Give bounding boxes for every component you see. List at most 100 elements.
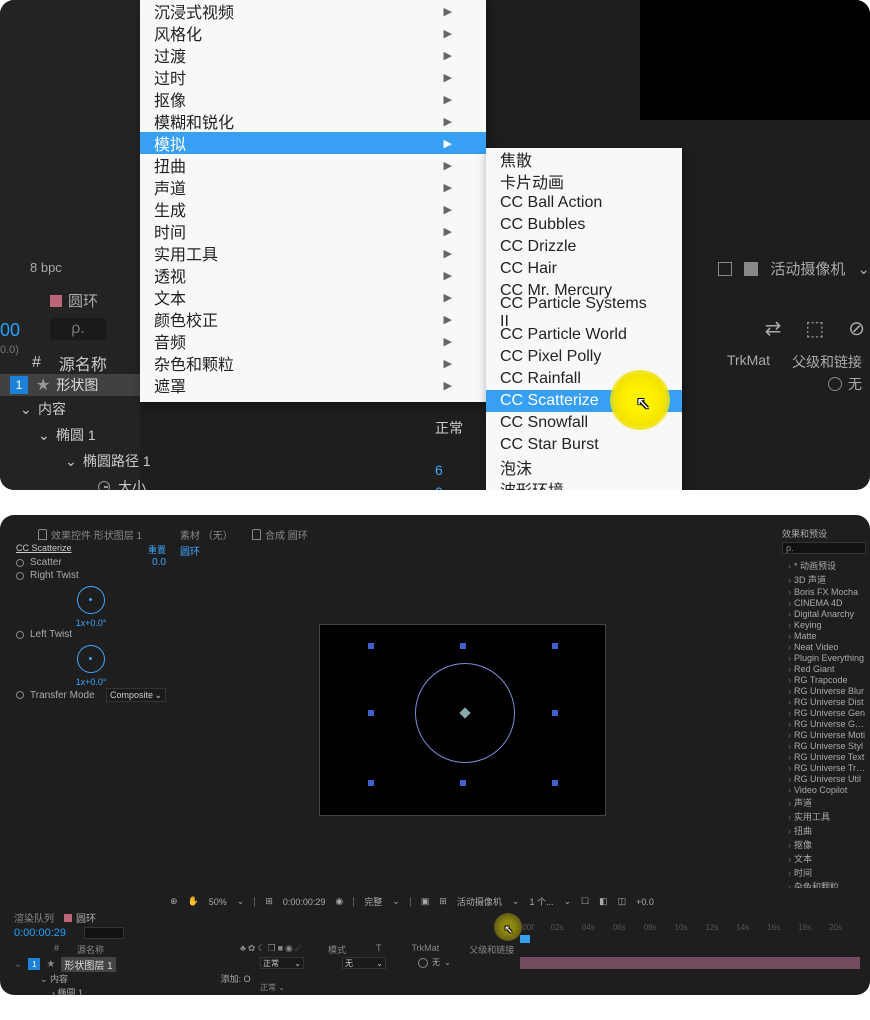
- fx-val-scatter[interactable]: 0.0: [152, 557, 166, 568]
- preset-category[interactable]: ›RG Universe Blur: [782, 685, 866, 696]
- menu-item[interactable]: 颜色校正▶: [140, 308, 486, 330]
- stopwatch-icon[interactable]: [16, 559, 24, 567]
- submenu-item[interactable]: CC Rainfall: [486, 368, 682, 390]
- tree-contents[interactable]: ⌄ 内容 添加: O: [40, 972, 251, 985]
- timeline-timecode[interactable]: 0:00:00:29: [14, 927, 66, 939]
- toggle-transparency-icon[interactable]: [718, 262, 732, 276]
- bbox-handle[interactable]: [552, 710, 558, 716]
- bpc-indicator[interactable]: 8 bpc: [30, 260, 62, 275]
- grid-icon[interactable]: ⊞: [439, 896, 447, 907]
- effects-presets-search[interactable]: ρ.: [782, 542, 866, 554]
- layer-duration-bar[interactable]: [520, 957, 860, 969]
- menu-item[interactable]: 时间▶: [140, 220, 486, 242]
- preset-category[interactable]: ›Boris FX Mocha: [782, 586, 866, 597]
- submenu-item[interactable]: CC Bubbles: [486, 214, 682, 236]
- fx-reset-link[interactable]: 重置: [148, 543, 166, 556]
- layer-row-1[interactable]: 1 ★ 形状图: [0, 374, 140, 396]
- preset-category[interactable]: ›RG Universe Moti: [782, 729, 866, 740]
- bbox-handle[interactable]: [368, 710, 374, 716]
- preset-category[interactable]: ›实用工具: [782, 809, 866, 823]
- footage-tab[interactable]: 素材 （无）: [180, 527, 233, 542]
- toggle-icon-a[interactable]: ⊞: [265, 896, 273, 907]
- preset-category[interactable]: ›RG Universe Glow: [782, 718, 866, 729]
- tree-contents[interactable]: ⌄内容: [20, 396, 151, 422]
- preset-category[interactable]: ›RG Trapcode: [782, 674, 866, 685]
- preset-category[interactable]: ›Matte: [782, 630, 866, 641]
- menu-item[interactable]: 实用工具▶: [140, 242, 486, 264]
- preset-category[interactable]: ›文本: [782, 851, 866, 865]
- ellipse-mode[interactable]: 正常 ⌄: [260, 982, 285, 993]
- bbox-handle[interactable]: [368, 780, 374, 786]
- preset-category[interactable]: ›Plugin Everything: [782, 652, 866, 663]
- bbox-handle[interactable]: [552, 643, 558, 649]
- tree-ellipse-path[interactable]: ⌄椭圆路径 1: [65, 448, 151, 474]
- add-button[interactable]: 添加: O: [221, 974, 251, 984]
- preset-category[interactable]: ›* 动画预设: [782, 558, 866, 572]
- preset-category[interactable]: ›RG Universe Styl: [782, 740, 866, 751]
- preset-category[interactable]: ›RG Universe Gen: [782, 707, 866, 718]
- parent-dropdown[interactable]: 无: [828, 374, 862, 394]
- menu-item[interactable]: 生成▶: [140, 198, 486, 220]
- preset-category[interactable]: ›Red Giant: [782, 663, 866, 674]
- tree-ellipse[interactable]: › 椭圆 1: [52, 986, 251, 995]
- left-twist-value[interactable]: 1x+0.0°: [16, 677, 166, 687]
- composition-tab[interactable]: 圆环: [50, 290, 98, 311]
- timeline-comp-tab[interactable]: 圆环: [64, 910, 96, 925]
- menu-item[interactable]: 风格化▶: [140, 22, 486, 44]
- preset-category[interactable]: ›声道: [782, 795, 866, 809]
- switches-icon[interactable]: ⇄: [765, 316, 782, 341]
- exposure[interactable]: +0.0: [636, 897, 654, 907]
- toggle-c[interactable]: ◧: [599, 896, 608, 907]
- submenu-item[interactable]: CC Ball Action: [486, 192, 682, 214]
- menu-item[interactable]: 模糊和锐化▶: [140, 110, 486, 132]
- tree-size[interactable]: 大小: [98, 474, 151, 490]
- roi-icon[interactable]: ▣: [421, 896, 430, 907]
- work-area-start[interactable]: [520, 935, 530, 943]
- fx-title[interactable]: CC Scatterize: [16, 543, 72, 556]
- preset-category[interactable]: ›3D 声道: [782, 572, 866, 586]
- menu-item[interactable]: 透视▶: [140, 264, 486, 286]
- time-display[interactable]: 0:00:00:29: [283, 897, 326, 907]
- comp-breadcrumb[interactable]: 圆环: [180, 543, 200, 558]
- composition-viewer-tab[interactable]: 合成 圆环: [252, 527, 308, 542]
- menu-item[interactable]: 抠像▶: [140, 88, 486, 110]
- timeline-search[interactable]: ρ.: [50, 318, 106, 340]
- submenu-item[interactable]: CC Drizzle: [486, 236, 682, 258]
- view-count[interactable]: 1 个...: [529, 895, 553, 908]
- stopwatch-icon[interactable]: ⊘: [848, 316, 865, 341]
- menu-item[interactable]: 声道▶: [140, 176, 486, 198]
- transfer-mode-dropdown[interactable]: Composite⌄: [106, 688, 166, 702]
- toggle-b[interactable]: ☐: [581, 896, 589, 907]
- value-pos[interactable]: 0: [435, 481, 463, 490]
- snapshot-icon[interactable]: ◉: [335, 896, 343, 907]
- menu-item[interactable]: 模拟▶: [140, 132, 486, 154]
- preset-category[interactable]: ›抠像: [782, 837, 866, 851]
- value-size[interactable]: 6: [435, 459, 463, 481]
- preset-category[interactable]: ›RG Universe Text: [782, 751, 866, 762]
- timeline-search[interactable]: [84, 927, 124, 939]
- pickwhip-icon[interactable]: [418, 958, 428, 968]
- trkmat-dropdown[interactable]: 无⌄: [342, 957, 386, 969]
- menu-item[interactable]: 遮罩▶: [140, 374, 486, 396]
- menu-item[interactable]: 过渡▶: [140, 44, 486, 66]
- pan-behind-icon[interactable]: ⊕: [170, 896, 178, 907]
- effect-controls-tab[interactable]: 效果控件 形状图层 1: [38, 527, 142, 542]
- menu-item[interactable]: 扭曲▶: [140, 154, 486, 176]
- camera-dropdown[interactable]: 活动摄像机: [770, 258, 845, 279]
- toggle-mask-icon[interactable]: [744, 262, 758, 276]
- bbox-handle[interactable]: [368, 643, 374, 649]
- submenu-item[interactable]: 波形环境: [486, 478, 682, 490]
- right-twist-value[interactable]: 1x+0.0°: [16, 618, 166, 628]
- stopwatch-icon[interactable]: [16, 572, 24, 580]
- pickwhip-icon[interactable]: [828, 377, 842, 391]
- parent-dropdown[interactable]: 无⌄: [418, 957, 451, 968]
- preset-category[interactable]: ›扭曲: [782, 823, 866, 837]
- camera-dropdown[interactable]: 活动摄像机: [457, 895, 502, 908]
- preset-category[interactable]: ›杂色和颗粒: [782, 879, 866, 888]
- submenu-item[interactable]: CC Pixel Polly: [486, 346, 682, 368]
- preset-category[interactable]: ›Keying: [782, 619, 866, 630]
- zoom-dropdown[interactable]: 50%: [209, 897, 227, 907]
- render-queue-tab[interactable]: 渲染队列: [14, 910, 54, 925]
- submenu-item[interactable]: CC Particle World: [486, 324, 682, 346]
- toggle-d[interactable]: ◫: [618, 896, 627, 907]
